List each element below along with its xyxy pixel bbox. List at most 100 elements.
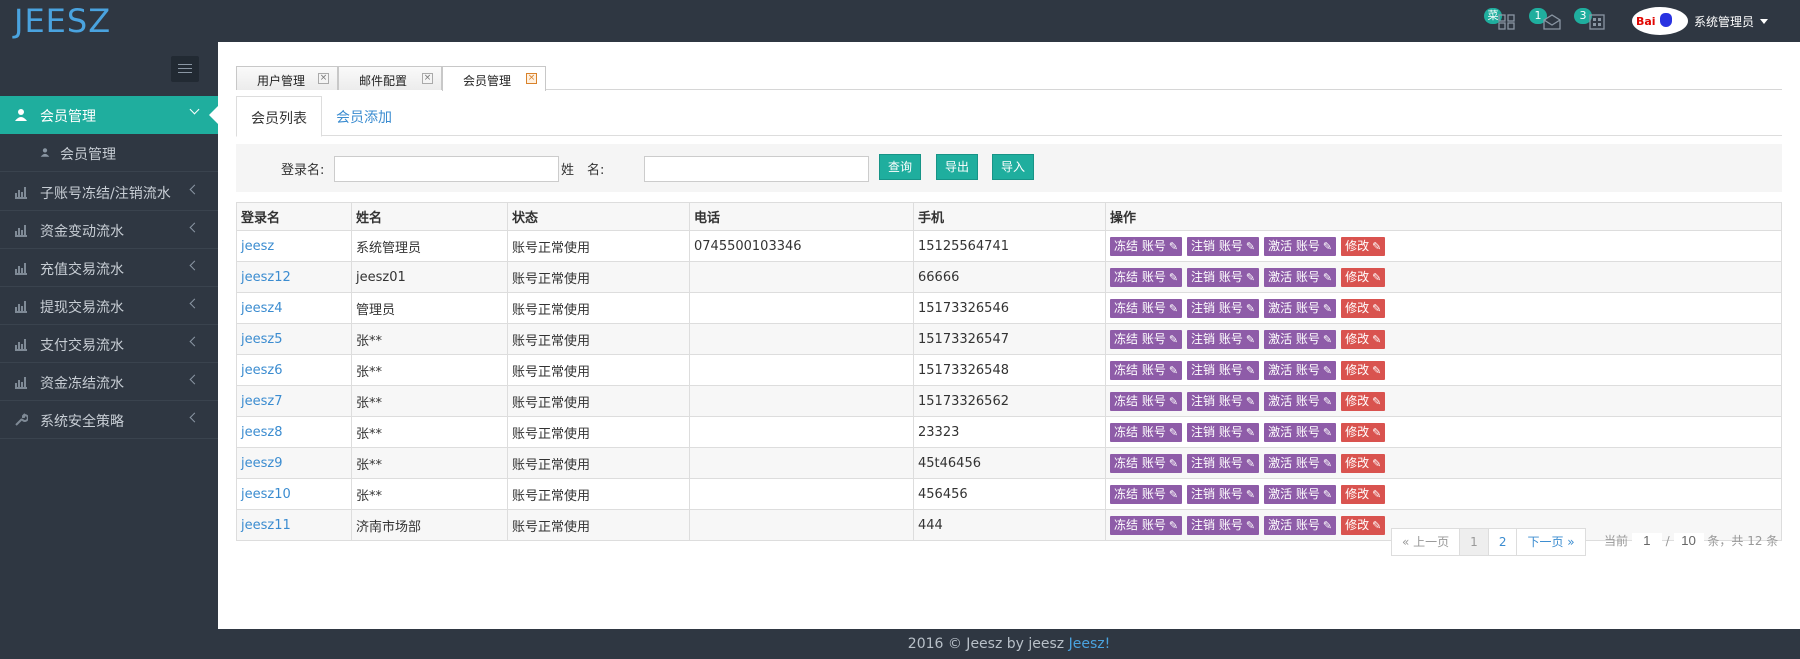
sidebar-item-member-management[interactable]: 会员管理: [0, 96, 218, 134]
tab-mail-config[interactable]: 邮件配置 ×: [338, 66, 442, 90]
login-link[interactable]: jeesz6: [241, 363, 282, 378]
activate-account-button[interactable]: 激活 账号 ✎: [1264, 360, 1337, 380]
cell-mobile: 15173326546: [913, 292, 1106, 324]
cancel-account-button[interactable]: 注销 账号 ✎: [1187, 360, 1260, 380]
cell-phone: [689, 354, 914, 386]
login-link[interactable]: jeesz: [241, 239, 274, 254]
chevron-left-icon: [189, 222, 200, 233]
prev-page-button[interactable]: « 上一页: [1391, 528, 1461, 556]
freeze-account-button[interactable]: 冻结 账号 ✎: [1110, 484, 1183, 504]
cell-status: 账号正常使用: [507, 416, 690, 448]
tab-member-management[interactable]: 会员管理 ×: [442, 66, 546, 91]
cancel-account-button[interactable]: 注销 账号 ✎: [1187, 422, 1260, 442]
cancel-account-button[interactable]: 注销 账号 ✎: [1187, 515, 1260, 535]
login-link[interactable]: jeesz10: [241, 487, 291, 502]
menu-icon: [178, 68, 192, 69]
close-icon[interactable]: ×: [422, 73, 433, 84]
edit-button[interactable]: 修改 ✎: [1341, 453, 1386, 473]
activate-account-button[interactable]: 激活 账号 ✎: [1264, 515, 1337, 535]
tab-member-list[interactable]: 会员列表: [236, 96, 322, 137]
next-page-button[interactable]: 下一页 »: [1516, 528, 1586, 556]
footer-link[interactable]: Jeesz!: [1069, 636, 1111, 652]
activate-account-button[interactable]: 激活 账号 ✎: [1264, 236, 1337, 256]
freeze-account-button[interactable]: 冻结 账号 ✎: [1110, 453, 1183, 473]
sidebar-subitem-member-management[interactable]: 会员管理: [0, 134, 218, 172]
cell-status: 账号正常使用: [507, 230, 690, 262]
cancel-account-button[interactable]: 注销 账号 ✎: [1187, 298, 1260, 318]
page-size-input[interactable]: [1673, 533, 1704, 548]
cell-actions: 冻结 账号 ✎ 注销 账号 ✎ 激活 账号 ✎ 修改 ✎: [1105, 447, 1782, 479]
edit-icon: ✎: [1322, 394, 1333, 408]
freeze-account-button[interactable]: 冻结 账号 ✎: [1110, 298, 1183, 318]
cancel-account-button[interactable]: 注销 账号 ✎: [1187, 236, 1260, 256]
activate-account-button[interactable]: 激活 账号 ✎: [1264, 453, 1337, 473]
tab-member-add[interactable]: 会员添加: [322, 96, 406, 136]
page-2-button[interactable]: 2: [1487, 528, 1518, 556]
sidebar-item-payment[interactable]: 支付交易流水: [0, 325, 218, 363]
user-menu[interactable]: Bai 系统管理员: [1632, 6, 1769, 36]
search-bar: 登录名: 姓 名: 查询 导出 导入: [236, 144, 1782, 192]
mail-button[interactable]: 1: [1529, 8, 1563, 32]
edit-button[interactable]: 修改 ✎: [1341, 484, 1386, 504]
edit-button[interactable]: 修改 ✎: [1341, 391, 1386, 411]
export-button[interactable]: 导出: [936, 154, 978, 180]
cancel-account-button[interactable]: 注销 账号 ✎: [1187, 453, 1260, 473]
activate-account-button[interactable]: 激活 账号 ✎: [1264, 267, 1337, 287]
avatar-logo-text: Bai: [1636, 15, 1656, 28]
cell-phone: [689, 447, 914, 479]
freeze-account-button[interactable]: 冻结 账号 ✎: [1110, 267, 1183, 287]
login-link[interactable]: jeesz9: [241, 456, 282, 471]
building-button[interactable]: 3: [1574, 8, 1608, 32]
cancel-account-button[interactable]: 注销 账号 ✎: [1187, 329, 1260, 349]
sidebar-item-withdraw[interactable]: 提现交易流水: [0, 287, 218, 325]
cancel-account-button[interactable]: 注销 账号 ✎: [1187, 484, 1260, 504]
query-button[interactable]: 查询: [879, 154, 921, 180]
freeze-account-button[interactable]: 冻结 账号 ✎: [1110, 329, 1183, 349]
edit-button[interactable]: 修改 ✎: [1341, 267, 1386, 287]
col-name: 姓名: [351, 202, 508, 231]
import-button[interactable]: 导入: [992, 154, 1034, 180]
sidebar-item-recharge[interactable]: 充值交易流水: [0, 249, 218, 287]
activate-account-button[interactable]: 激活 账号 ✎: [1264, 484, 1337, 504]
sidebar-toggle-button[interactable]: [171, 56, 199, 82]
edit-button[interactable]: 修改 ✎: [1341, 515, 1386, 535]
freeze-account-button[interactable]: 冻结 账号 ✎: [1110, 391, 1183, 411]
sidebar-item-fund-change[interactable]: 资金变动流水: [0, 211, 218, 249]
cancel-account-button[interactable]: 注销 账号 ✎: [1187, 391, 1260, 411]
login-name-input[interactable]: [334, 156, 559, 182]
activate-account-button[interactable]: 激活 账号 ✎: [1264, 298, 1337, 318]
edit-button[interactable]: 修改 ✎: [1341, 298, 1386, 318]
login-link[interactable]: jeesz8: [241, 425, 282, 440]
freeze-account-button[interactable]: 冻结 账号 ✎: [1110, 236, 1183, 256]
activate-account-button[interactable]: 激活 账号 ✎: [1264, 329, 1337, 349]
current-page-input[interactable]: [1631, 533, 1662, 548]
edit-button[interactable]: 修改 ✎: [1341, 422, 1386, 442]
tab-user-management[interactable]: 用户管理 ×: [236, 66, 338, 90]
op-label: 激活 账号: [1268, 517, 1320, 532]
cancel-account-button[interactable]: 注销 账号 ✎: [1187, 267, 1260, 287]
activate-account-button[interactable]: 激活 账号 ✎: [1264, 391, 1337, 411]
name-input[interactable]: [644, 156, 869, 182]
app-logo[interactable]: JEESZ: [14, 2, 111, 40]
menu-grid-button[interactable]: 菜: [1484, 8, 1518, 32]
activate-account-button[interactable]: 激活 账号 ✎: [1264, 422, 1337, 442]
login-link[interactable]: jeesz5: [241, 332, 282, 347]
page-1-button[interactable]: 1: [1459, 528, 1489, 556]
sidebar-item-subaccount-freeze[interactable]: 子账号冻结/注销流水: [0, 173, 218, 211]
close-icon[interactable]: ×: [318, 73, 329, 84]
user-icon: [40, 148, 50, 157]
freeze-account-button[interactable]: 冻结 账号 ✎: [1110, 515, 1183, 535]
freeze-account-button[interactable]: 冻结 账号 ✎: [1110, 360, 1183, 380]
close-icon[interactable]: ×: [526, 73, 537, 84]
edit-button[interactable]: 修改 ✎: [1341, 329, 1386, 349]
edit-button[interactable]: 修改 ✎: [1341, 236, 1386, 256]
login-link[interactable]: jeesz11: [241, 518, 291, 533]
sidebar-item-security-policy[interactable]: 系统安全策略: [0, 401, 218, 439]
op-label: 注销 账号: [1191, 238, 1243, 253]
edit-button[interactable]: 修改 ✎: [1341, 360, 1386, 380]
freeze-account-button[interactable]: 冻结 账号 ✎: [1110, 422, 1183, 442]
login-link[interactable]: jeesz7: [241, 394, 282, 409]
sidebar-item-fund-freeze[interactable]: 资金冻结流水: [0, 363, 218, 401]
login-link[interactable]: jeesz4: [241, 301, 282, 316]
login-link[interactable]: jeesz12: [241, 270, 291, 285]
